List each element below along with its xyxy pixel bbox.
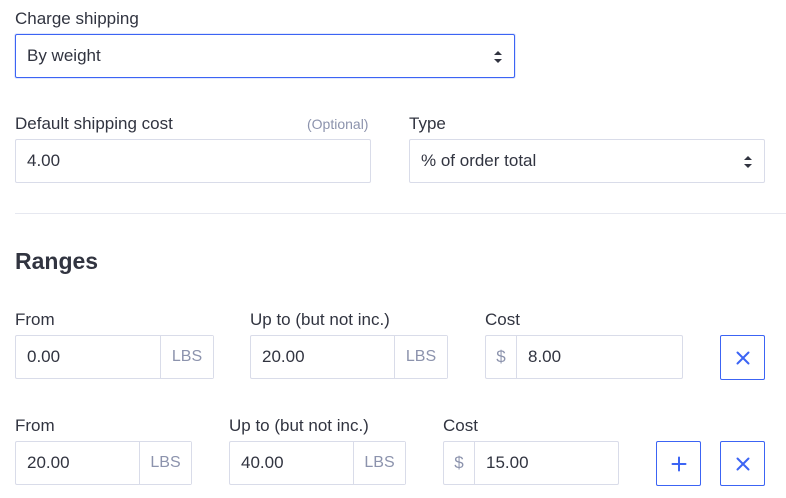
range-upto-value: 40.00 — [241, 453, 284, 472]
range-from-input[interactable]: 0.00 LBS — [15, 335, 214, 379]
range-cost-value: 15.00 — [486, 453, 529, 472]
charge-shipping-value: By weight — [27, 46, 101, 65]
charge-shipping-label: Charge shipping — [15, 9, 139, 28]
chevron-up-down-icon — [494, 51, 502, 63]
range-upto-input[interactable]: 20.00 LBS — [250, 335, 448, 379]
type-value: % of order total — [421, 151, 537, 170]
range-from-value: 0.00 — [27, 347, 61, 366]
default-cost-input[interactable]: 4.00 — [15, 139, 371, 183]
close-icon — [736, 351, 749, 364]
range-cost-value: 8.00 — [528, 347, 562, 366]
ranges-heading: Ranges — [15, 248, 99, 274]
range-cost-label: Cost — [485, 310, 520, 329]
optional-hint: (Optional) — [307, 116, 369, 132]
range-cost-label: Cost — [443, 416, 478, 435]
remove-range-button[interactable] — [720, 335, 765, 380]
currency-addon: $ — [444, 442, 475, 484]
range-upto-value: 20.00 — [262, 347, 305, 366]
plus-icon — [671, 456, 686, 471]
unit-addon: LBS — [139, 442, 191, 484]
range-upto-input[interactable]: 40.00 LBS — [229, 441, 406, 485]
close-icon — [736, 457, 749, 470]
range-from-label: From — [15, 416, 55, 435]
unit-addon: LBS — [394, 336, 447, 378]
remove-range-button[interactable] — [720, 441, 765, 486]
unit-addon: LBS — [160, 336, 213, 378]
unit-addon: LBS — [353, 442, 405, 484]
charge-shipping-select[interactable]: By weight — [15, 34, 515, 78]
range-from-label: From — [15, 310, 55, 329]
range-cost-input[interactable]: $ 15.00 — [443, 441, 619, 485]
add-range-button[interactable] — [656, 441, 701, 486]
range-upto-label: Up to (but not inc.) — [229, 416, 369, 435]
currency-addon: $ — [486, 336, 517, 378]
default-cost-label: Default shipping cost — [15, 114, 173, 133]
type-select[interactable]: % of order total — [409, 139, 765, 183]
range-cost-input[interactable]: $ 8.00 — [485, 335, 683, 379]
range-from-input[interactable]: 20.00 LBS — [15, 441, 192, 485]
range-upto-label: Up to (but not inc.) — [250, 310, 390, 329]
default-cost-value: 4.00 — [27, 151, 61, 170]
range-from-value: 20.00 — [27, 453, 70, 472]
chevron-up-down-icon — [744, 156, 752, 168]
section-divider — [15, 213, 786, 214]
type-label: Type — [409, 114, 446, 133]
